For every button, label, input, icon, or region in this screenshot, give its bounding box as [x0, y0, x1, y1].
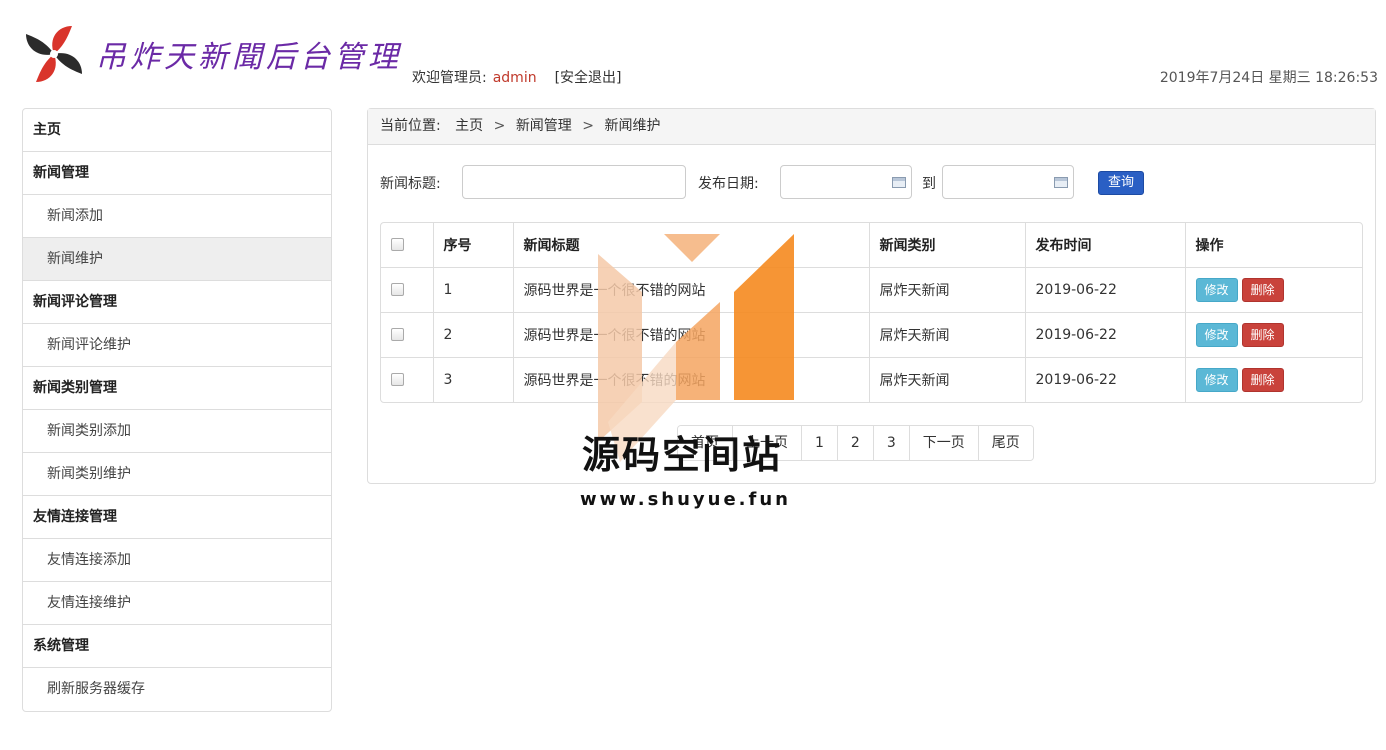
select-all-checkbox[interactable] [391, 238, 404, 252]
welcome-bar: 欢迎管理员: admin [安全退出] [412, 68, 622, 88]
breadcrumb: 当前位置: 主页 > 新闻管理 > 新闻维护 [368, 109, 1375, 145]
page-last-button[interactable]: 尾页 [978, 426, 1033, 460]
select-all-cell [381, 223, 434, 268]
edit-button[interactable]: 修改 [1195, 367, 1238, 392]
row-id: 2 [433, 312, 514, 358]
title-input[interactable] [462, 165, 686, 199]
breadcrumb-home[interactable]: 主页 [455, 118, 483, 134]
logout-link[interactable]: [安全退出] [555, 70, 622, 86]
page-1-button[interactable]: 1 [802, 426, 838, 460]
breadcrumb-separator: > [493, 118, 506, 134]
row-select-cell [381, 312, 434, 358]
row-category: 屌炸天新闻 [869, 357, 1026, 402]
watermark-text: 源码空间站 [582, 433, 783, 477]
sidebar-group-categories[interactable]: 新闻类别管理 [23, 367, 331, 410]
sidebar-item-category-maintain[interactable]: 新闻类别维护 [23, 453, 331, 496]
row-title: 源码世界是一个很不错的网站 [513, 357, 870, 402]
sidebar-item-home[interactable]: 主页 [23, 109, 331, 152]
calendar-icon[interactable] [1054, 177, 1068, 188]
datetime: 2019年7月24日 星期三 18:26:53 [1159, 70, 1378, 86]
sidebar-group-news[interactable]: 新闻管理 [23, 152, 331, 195]
breadcrumb-prefix: 当前位置: [380, 118, 441, 134]
row-actions: 修改 删除 [1185, 312, 1362, 358]
row-checkbox[interactable] [391, 373, 404, 387]
main-panel: 当前位置: 主页 > 新闻管理 > 新闻维护 新闻标题: 发布日期: 到 查询 … [367, 108, 1376, 484]
edit-button[interactable]: 修改 [1195, 277, 1238, 302]
col-header-title: 新闻标题 [513, 223, 870, 268]
table-row: 2 源码世界是一个很不错的网站 屌炸天新闻 2019-06-22 修改 删除 [381, 312, 1362, 358]
row-id: 1 [433, 267, 514, 313]
breadcrumb-separator: > [582, 118, 594, 134]
title-label: 新闻标题: [380, 176, 441, 192]
delete-button[interactable]: 删除 [1241, 277, 1284, 302]
row-actions: 修改 删除 [1185, 357, 1362, 402]
row-id: 3 [433, 357, 514, 402]
logo-text: 吊炸天新聞后台管理 [96, 40, 402, 75]
edit-button[interactable]: 修改 [1195, 322, 1238, 347]
calendar-icon[interactable] [892, 177, 906, 188]
sidebar-item-news-maintain[interactable]: 新闻维护 [23, 238, 331, 281]
sidebar-item-refresh-cache[interactable]: 刷新服务器缓存 [23, 668, 331, 711]
row-title: 源码世界是一个很不错的网站 [513, 312, 870, 358]
table-header-row: 序号 新闻标题 新闻类别 发布时间 操作 [381, 223, 1362, 268]
table-row: 3 源码世界是一个很不错的网站 屌炸天新闻 2019-06-22 修改 删除 [381, 357, 1362, 402]
col-header-actions: 操作 [1185, 223, 1362, 268]
row-date: 2019-06-22 [1025, 312, 1186, 358]
sidebar: 主页 新闻管理 新闻添加 新闻维护 新闻评论管理 新闻评论维护 新闻类别管理 新… [22, 108, 332, 712]
row-checkbox[interactable] [391, 283, 404, 296]
header: 吊炸天新聞后台管理 欢迎管理员: admin [安全退出] 2019年7月24日 星… [0, 0, 1386, 100]
table-row: 1 源码世界是一个很不错的网站 屌炸天新闻 2019-06-22 修改 删除 [381, 267, 1362, 313]
row-checkbox[interactable] [391, 328, 404, 341]
news-table: 序号 新闻标题 新闻类别 发布时间 操作 1 源码世界是一个很不错的网站 屌炸天… [380, 222, 1363, 403]
sidebar-item-category-add[interactable]: 新闻类别添加 [23, 410, 331, 453]
col-header-category: 新闻类别 [869, 223, 1026, 268]
page-2-button[interactable]: 2 [837, 426, 874, 460]
row-actions: 修改 删除 [1185, 267, 1362, 313]
pinwheel-logo-icon [26, 26, 82, 82]
col-header-id: 序号 [433, 223, 514, 268]
breadcrumb-news[interactable]: 新闻管理 [516, 118, 572, 134]
admin-name: admin [492, 70, 537, 86]
sidebar-item-news-add[interactable]: 新闻添加 [23, 195, 331, 238]
row-date: 2019-06-22 [1025, 357, 1186, 402]
row-select-cell [381, 267, 434, 313]
welcome-prefix: 欢迎管理员: [412, 70, 487, 86]
sidebar-item-link-add[interactable]: 友情连接添加 [23, 539, 331, 582]
delete-button[interactable]: 删除 [1241, 322, 1284, 347]
row-category: 屌炸天新闻 [869, 267, 1026, 313]
row-date: 2019-06-22 [1025, 267, 1186, 313]
search-form: 新闻标题: 发布日期: 到 查询 [380, 165, 1370, 199]
sidebar-item-comments-maintain[interactable]: 新闻评论维护 [23, 324, 331, 367]
breadcrumb-current: 新闻维护 [604, 118, 661, 134]
sidebar-item-link-maintain[interactable]: 友情连接维护 [23, 582, 331, 625]
watermark-url: www.shuyue.fun [580, 489, 791, 510]
sidebar-group-links[interactable]: 友情连接管理 [23, 496, 331, 539]
row-title: 源码世界是一个很不错的网站 [513, 267, 870, 313]
sidebar-group-comments[interactable]: 新闻评论管理 [23, 281, 331, 324]
date-label: 发布日期: [698, 176, 759, 192]
page-3-button[interactable]: 3 [873, 426, 910, 460]
sidebar-group-system[interactable]: 系统管理 [23, 625, 331, 668]
page-next-button[interactable]: 下一页 [909, 426, 979, 460]
query-button[interactable]: 查询 [1098, 171, 1144, 195]
row-select-cell [381, 357, 434, 402]
row-category: 屌炸天新闻 [869, 312, 1026, 358]
delete-button[interactable]: 删除 [1241, 367, 1284, 392]
to-label: 到 [922, 176, 936, 192]
col-header-date: 发布时间 [1025, 223, 1186, 268]
